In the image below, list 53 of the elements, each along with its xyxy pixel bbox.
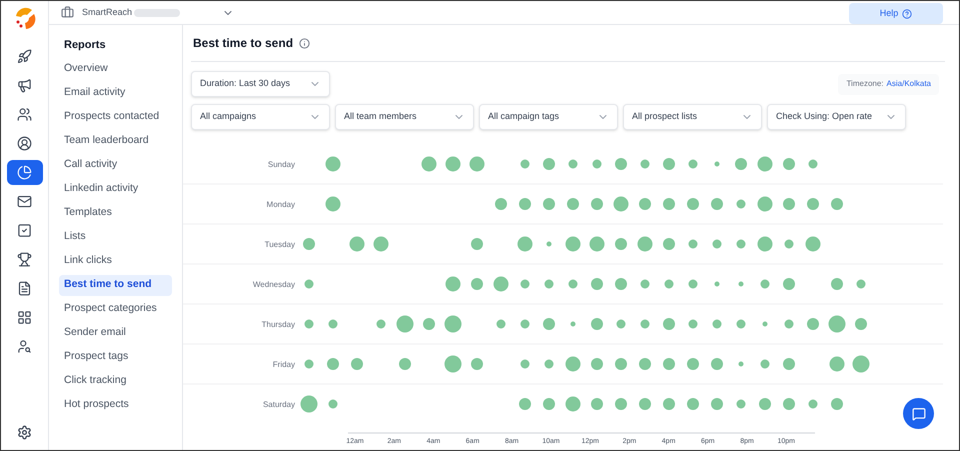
sidebar-item[interactable]: Overview (59, 58, 172, 80)
pie-chart-icon (17, 165, 32, 180)
filter-dropdown[interactable]: All campaign tags (479, 104, 618, 130)
mail-icon (17, 194, 32, 209)
document-icon (17, 281, 32, 296)
grid-icon (17, 310, 32, 325)
day-label: Monday (266, 200, 295, 209)
filter-dropdown[interactable]: All team members (335, 104, 474, 130)
filter-dropdown[interactable]: Duration: Last 30 days (191, 71, 330, 97)
user-search-icon (17, 339, 32, 354)
filter-dropdown[interactable]: Check Using: Open rate (767, 104, 906, 130)
sidebar-item[interactable]: Call activity (59, 154, 172, 176)
sidebar-item[interactable]: Templates (59, 202, 172, 224)
sidebar-item[interactable]: Linkedin activity (59, 178, 172, 200)
nav-button[interactable] (6, 160, 42, 185)
day-label: Friday (272, 360, 295, 369)
page-title: Best time to send (193, 35, 294, 52)
sidebar-item[interactable]: Best time to send (59, 274, 172, 296)
sidebar-item[interactable]: Link clicks (59, 250, 172, 272)
sidebar-item[interactable]: Prospect categories (59, 298, 172, 320)
timezone-value[interactable]: Asia/Kolkata (886, 78, 931, 90)
users-icon (17, 107, 32, 122)
help-icon (902, 8, 912, 18)
trophy-icon (17, 252, 32, 267)
day-label: Sunday (268, 160, 295, 169)
info-icon[interactable] (299, 38, 310, 48)
day-label: Tuesday (264, 240, 295, 249)
help-button[interactable]: Help (849, 3, 943, 24)
workspace-name: SmartReach (82, 6, 132, 19)
sidebar-item[interactable]: Sender email (59, 322, 172, 344)
checkbox-icon (17, 223, 32, 238)
user-circle-icon (17, 136, 32, 151)
megaphone-icon (17, 78, 32, 93)
filter-dropdown[interactable]: All prospect lists (623, 104, 762, 130)
briefcase-icon (61, 6, 74, 19)
day-label: Saturday (262, 400, 295, 409)
sidebar-item[interactable]: Lists (59, 226, 172, 248)
sidebar-item[interactable]: Click tracking (59, 370, 172, 392)
sidebar-title: Reports (63, 38, 107, 53)
day-label: Wednesday (252, 280, 295, 289)
chat-icon (912, 406, 926, 420)
redacted-bar (134, 8, 180, 16)
sidebar-item[interactable]: Prospects contacted (59, 106, 172, 128)
sidebar-item[interactable]: Hot prospects (59, 394, 172, 416)
sidebar-item[interactable]: Email activity (59, 82, 172, 104)
sidebar-item[interactable]: Prospect tags (59, 346, 172, 368)
settings-icon[interactable] (17, 425, 32, 440)
sidebar-item[interactable]: Team leaderboard (59, 130, 172, 152)
rocket-icon (17, 49, 32, 64)
day-label: Thursday (262, 320, 295, 329)
timezone-label: Timezone: (846, 78, 884, 90)
filter-dropdown[interactable]: All campaigns (191, 104, 330, 130)
chat-button[interactable] (903, 398, 934, 429)
